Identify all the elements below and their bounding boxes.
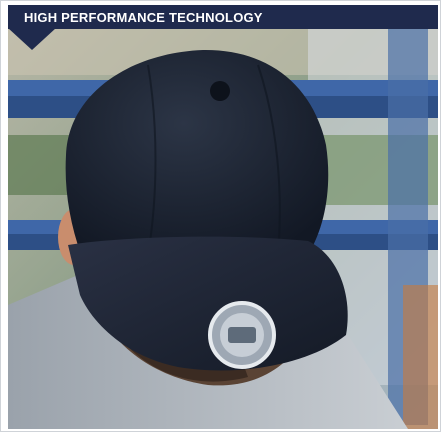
banner-title: HIGH PERFORMANCE TECHNOLOGY	[24, 9, 263, 25]
product-photo	[8, 5, 438, 429]
cap-badge	[208, 301, 276, 369]
product-feature-card: HIGH PERFORMANCE TECHNOLOGY	[0, 0, 441, 432]
feature-banner: HIGH PERFORMANCE TECHNOLOGY	[8, 5, 438, 29]
banner-tab-notch	[8, 28, 56, 50]
cap-button	[210, 81, 230, 101]
